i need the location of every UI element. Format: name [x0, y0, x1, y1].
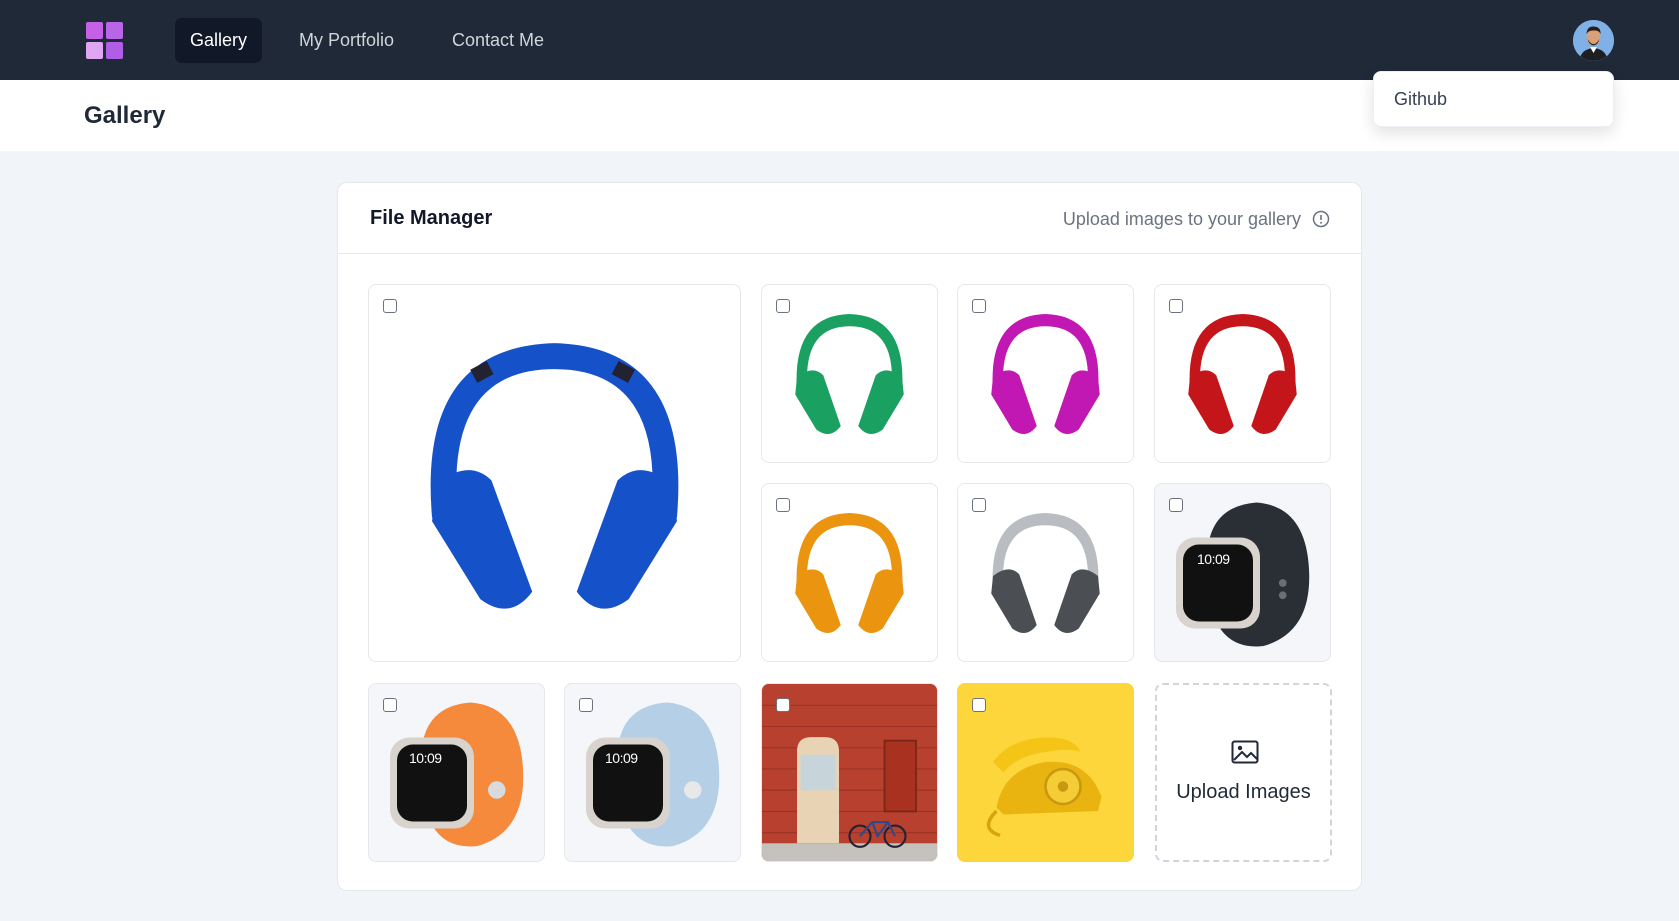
gallery-image-tile[interactable] [761, 483, 938, 662]
gallery-image-tile[interactable] [957, 284, 1134, 463]
image-select-checkbox[interactable] [972, 698, 986, 712]
nav-gallery[interactable]: Gallery [175, 18, 263, 63]
gallery-image-tile[interactable] [761, 683, 938, 862]
gallery-image-tile[interactable]: 10:09 [564, 683, 741, 862]
image-select-checkbox[interactable] [972, 299, 986, 313]
gallery-image-tile[interactable]: 10:09 [1154, 483, 1331, 662]
app-logo[interactable] [86, 22, 123, 59]
watch-time: 10:09 [409, 750, 442, 766]
gallery-image-tile[interactable]: 10:09 [368, 683, 545, 862]
watch-time: 10:09 [605, 750, 638, 766]
image-select-checkbox[interactable] [776, 698, 790, 712]
image-select-checkbox[interactable] [972, 498, 986, 512]
gallery-image-tile[interactable] [1154, 284, 1331, 463]
logo-square [106, 22, 123, 39]
image-select-checkbox[interactable] [383, 698, 397, 712]
page-title: Gallery [84, 102, 166, 129]
image-select-checkbox[interactable] [579, 698, 593, 712]
image-upload-icon [1231, 740, 1259, 764]
file-manager-card: File Manager Upload images to your galle… [337, 182, 1362, 891]
gallery-image-tile[interactable] [368, 284, 741, 662]
top-navbar: Gallery My Portfolio Contact Me [0, 0, 1679, 80]
avatar-dropdown-menu: Github [1373, 71, 1614, 127]
image-select-checkbox[interactable] [776, 498, 790, 512]
image-select-checkbox[interactable] [776, 299, 790, 313]
gallery-image-tile[interactable] [761, 284, 938, 463]
image-select-checkbox[interactable] [1169, 498, 1183, 512]
headphones-icon [430, 343, 679, 609]
dropdown-item-github[interactable]: Github [1394, 89, 1447, 110]
gallery-image-tile[interactable] [957, 483, 1134, 662]
upload-images-label: Upload Images [1176, 781, 1311, 803]
avatar-icon [1573, 20, 1614, 61]
nav-contact-me[interactable]: Contact Me [437, 18, 559, 63]
image-select-checkbox[interactable] [383, 299, 397, 313]
image-select-checkbox[interactable] [1169, 299, 1183, 313]
card-header: File Manager Upload images to your galle… [338, 183, 1361, 254]
info-icon[interactable] [1312, 210, 1330, 228]
upload-images-button[interactable]: Upload Images [1155, 683, 1332, 862]
logo-square [106, 42, 123, 59]
gallery-image-tile[interactable] [957, 683, 1134, 862]
watch-time: 10:09 [1197, 551, 1230, 567]
user-avatar[interactable] [1573, 20, 1614, 61]
upload-hint: Upload images to your gallery [1062, 209, 1301, 229]
logo-square [86, 42, 103, 59]
logo-square [86, 22, 103, 39]
card-title: File Manager [370, 207, 493, 229]
nav-my-portfolio[interactable]: My Portfolio [284, 18, 409, 63]
